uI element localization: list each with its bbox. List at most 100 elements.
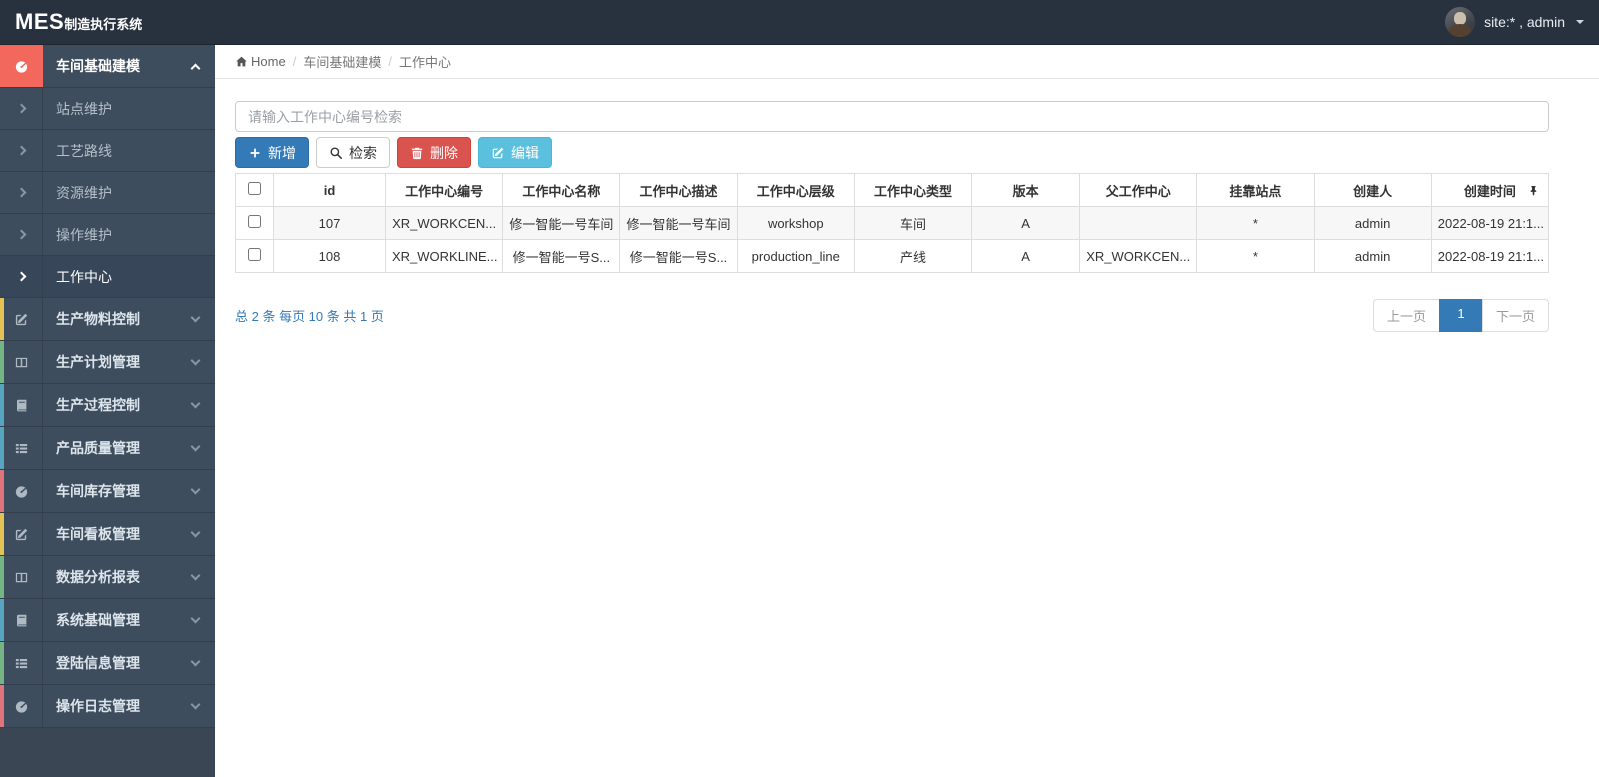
sidebar-item-process-route[interactable]: 工艺路线 [0, 130, 215, 172]
chevron-down-icon [190, 355, 201, 365]
sidebar-item-system-management[interactable]: 系统基础管理 [0, 599, 215, 642]
sidebar-item-login-info-management[interactable]: 登陆信息管理 [0, 642, 215, 685]
user-label: site:* , admin [1484, 14, 1565, 30]
sidebar-item-analysis-reports[interactable]: 数据分析报表 [0, 556, 215, 599]
sidebar-item-label: 生产计划管理 [56, 354, 140, 370]
edit-button[interactable]: 编辑 [478, 137, 552, 168]
work-center-table: id 工作中心编号 工作中心名称 工作中心描述 工作中心层级 工作中心类型 版本… [235, 173, 1550, 273]
sidebar-item-label: 生产物料控制 [56, 311, 140, 327]
color-strip [0, 599, 4, 641]
delete-button[interactable]: 删除 [397, 137, 471, 168]
col-id: id [273, 173, 386, 207]
row-checkbox[interactable] [248, 248, 261, 261]
col-created-time-label: 创建时间 [1463, 183, 1516, 199]
cell-version: A [971, 239, 1081, 273]
sidebar-item-process-control[interactable]: 生产过程控制 [0, 384, 215, 427]
sidebar-item-label: 操作维护 [56, 226, 112, 243]
chevron-down-icon [190, 699, 201, 709]
sidebar-item-label: 工作中心 [56, 268, 112, 285]
chevron-down-icon [190, 570, 201, 580]
cell-parent: XR_WORKCEN... [1079, 239, 1198, 273]
sidebar-item-label: 资源维护 [56, 184, 112, 201]
trash-icon [411, 147, 423, 159]
breadcrumb-home-link[interactable]: Home [235, 54, 286, 69]
toolbar: 新增 检索 删除 编辑 [235, 137, 1549, 168]
cell-name: 修一智能一号S... [502, 239, 621, 273]
list-icon [0, 427, 43, 469]
pager: 上一页 1 下一页 [1372, 299, 1549, 332]
pagination-bar: 总 2 条 每页 10 条 共 1 页 上一页 1 下一页 [235, 299, 1549, 332]
sidebar-item-material-control[interactable]: 生产物料控制 [0, 298, 215, 341]
color-strip [0, 427, 4, 469]
add-button[interactable]: 新增 [235, 137, 309, 168]
edit-icon [492, 147, 504, 158]
chevron-down-icon [190, 398, 201, 408]
sidebar-item-label: 登陆信息管理 [56, 655, 140, 671]
chevron-down-icon [190, 656, 201, 666]
col-level: 工作中心层级 [736, 173, 855, 207]
sidebar-group-workshop-modeling[interactable]: 车间基础建模 [0, 45, 215, 88]
user-avatar [1445, 7, 1476, 37]
chevron-right-icon [0, 256, 43, 297]
pagination-summary: 总 2 条 每页 10 条 共 1 页 [235, 309, 384, 324]
chevron-up-icon [190, 63, 201, 74]
color-strip [0, 341, 4, 383]
cell-id: 107 [273, 206, 386, 240]
color-strip [0, 384, 4, 426]
row-checkbox[interactable] [248, 215, 261, 228]
sidebar-item-plan-management[interactable]: 生产计划管理 [0, 341, 215, 384]
row-select-cell [235, 239, 274, 273]
caret-down-icon [1576, 20, 1584, 24]
sidebar-item-work-center[interactable]: 工作中心 [0, 256, 215, 298]
sidebar-item-label: 系统基础管理 [56, 612, 140, 628]
sidebar-item-resource-maintenance[interactable]: 资源维护 [0, 172, 215, 214]
cell-code: XR_WORKCEN... [384, 206, 504, 240]
col-parent: 父工作中心 [1079, 173, 1198, 207]
sidebar-item-operation-maintenance[interactable]: 操作维护 [0, 214, 215, 256]
prev-page-button[interactable]: 上一页 [1372, 299, 1440, 332]
col-name: 工作中心名称 [502, 173, 621, 207]
edit-button-label: 编辑 [511, 144, 539, 161]
select-all-checkbox[interactable] [248, 182, 261, 195]
sidebar-item-label: 生产过程控制 [56, 397, 140, 413]
sidebar-item-site-maintenance[interactable]: 站点维护 [0, 88, 215, 130]
color-strip [0, 642, 4, 684]
sidebar-item-label: 工艺路线 [56, 142, 112, 159]
top-navbar: MES 制造执行系统 site:* , admin [0, 0, 1599, 45]
main-content: Home / 车间基础建模 / 工作中心 新增 检索 删除 编辑 [215, 45, 1599, 777]
home-icon [236, 56, 247, 67]
edit-icon [0, 298, 43, 340]
sidebar-item-inventory-management[interactable]: 车间库存管理 [0, 470, 215, 513]
cell-station: * [1196, 206, 1315, 240]
chevron-down-icon [190, 527, 201, 537]
next-page-button[interactable]: 下一页 [1481, 299, 1549, 332]
table-row: 108 XR_WORKLINE... 修一智能一号S... 修一智能一号S...… [235, 239, 1550, 273]
cell-name: 修一智能一号车间 [502, 206, 621, 240]
col-type: 工作中心类型 [853, 173, 973, 207]
chevron-right-icon [0, 88, 43, 129]
col-description: 工作中心描述 [619, 173, 738, 207]
page-1-button[interactable]: 1 [1438, 299, 1483, 332]
user-menu[interactable]: site:* , admin [1445, 7, 1584, 37]
cell-type: 车间 [853, 206, 973, 240]
sidebar-item-label: 数据分析报表 [56, 569, 140, 585]
search-input[interactable] [235, 101, 1549, 132]
sidebar-item-kanban-management[interactable]: 车间看板管理 [0, 513, 215, 556]
sidebar-item-quality-management[interactable]: 产品质量管理 [0, 427, 215, 470]
cell-level: workshop [736, 206, 855, 240]
chevron-down-icon [190, 613, 201, 623]
cell-description: 修一智能一号车间 [619, 206, 738, 240]
cell-version: A [971, 206, 1081, 240]
pin-icon[interactable] [1528, 185, 1539, 196]
search-button[interactable]: 检索 [316, 137, 390, 168]
cell-type: 产线 [853, 239, 973, 273]
sidebar-item-operation-log-management[interactable]: 操作日志管理 [0, 685, 215, 728]
breadcrumb-separator: / [388, 54, 392, 69]
sidebar-item-label: 操作日志管理 [56, 698, 140, 714]
breadcrumb: Home / 车间基础建模 / 工作中心 [215, 45, 1599, 79]
breadcrumb-level1-link[interactable]: 车间基础建模 [303, 52, 381, 71]
cell-code: XR_WORKLINE... [384, 239, 504, 273]
chevron-down-icon [190, 312, 201, 322]
cell-creator: admin [1313, 239, 1432, 273]
cell-description: 修一智能一号S... [619, 239, 738, 273]
